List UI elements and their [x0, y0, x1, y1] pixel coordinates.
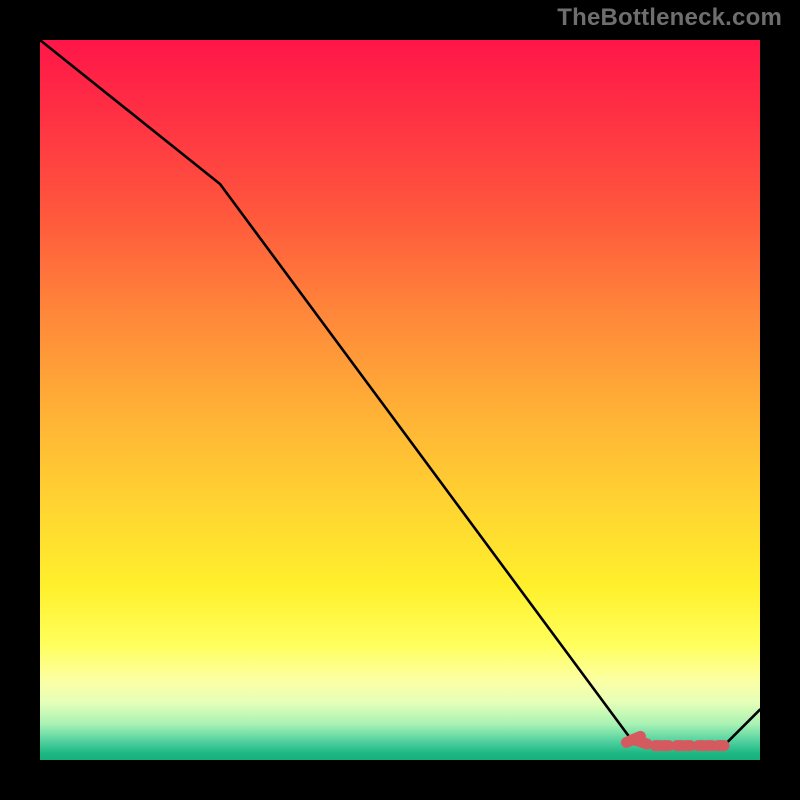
chart-overlay	[40, 40, 760, 760]
series-curve	[40, 40, 760, 746]
watermark-text: TheBottleneck.com	[557, 4, 782, 32]
series-highlight	[626, 736, 722, 745]
highlight-end-point	[719, 740, 730, 751]
chart-stage: TheBottleneck.com	[0, 0, 800, 800]
